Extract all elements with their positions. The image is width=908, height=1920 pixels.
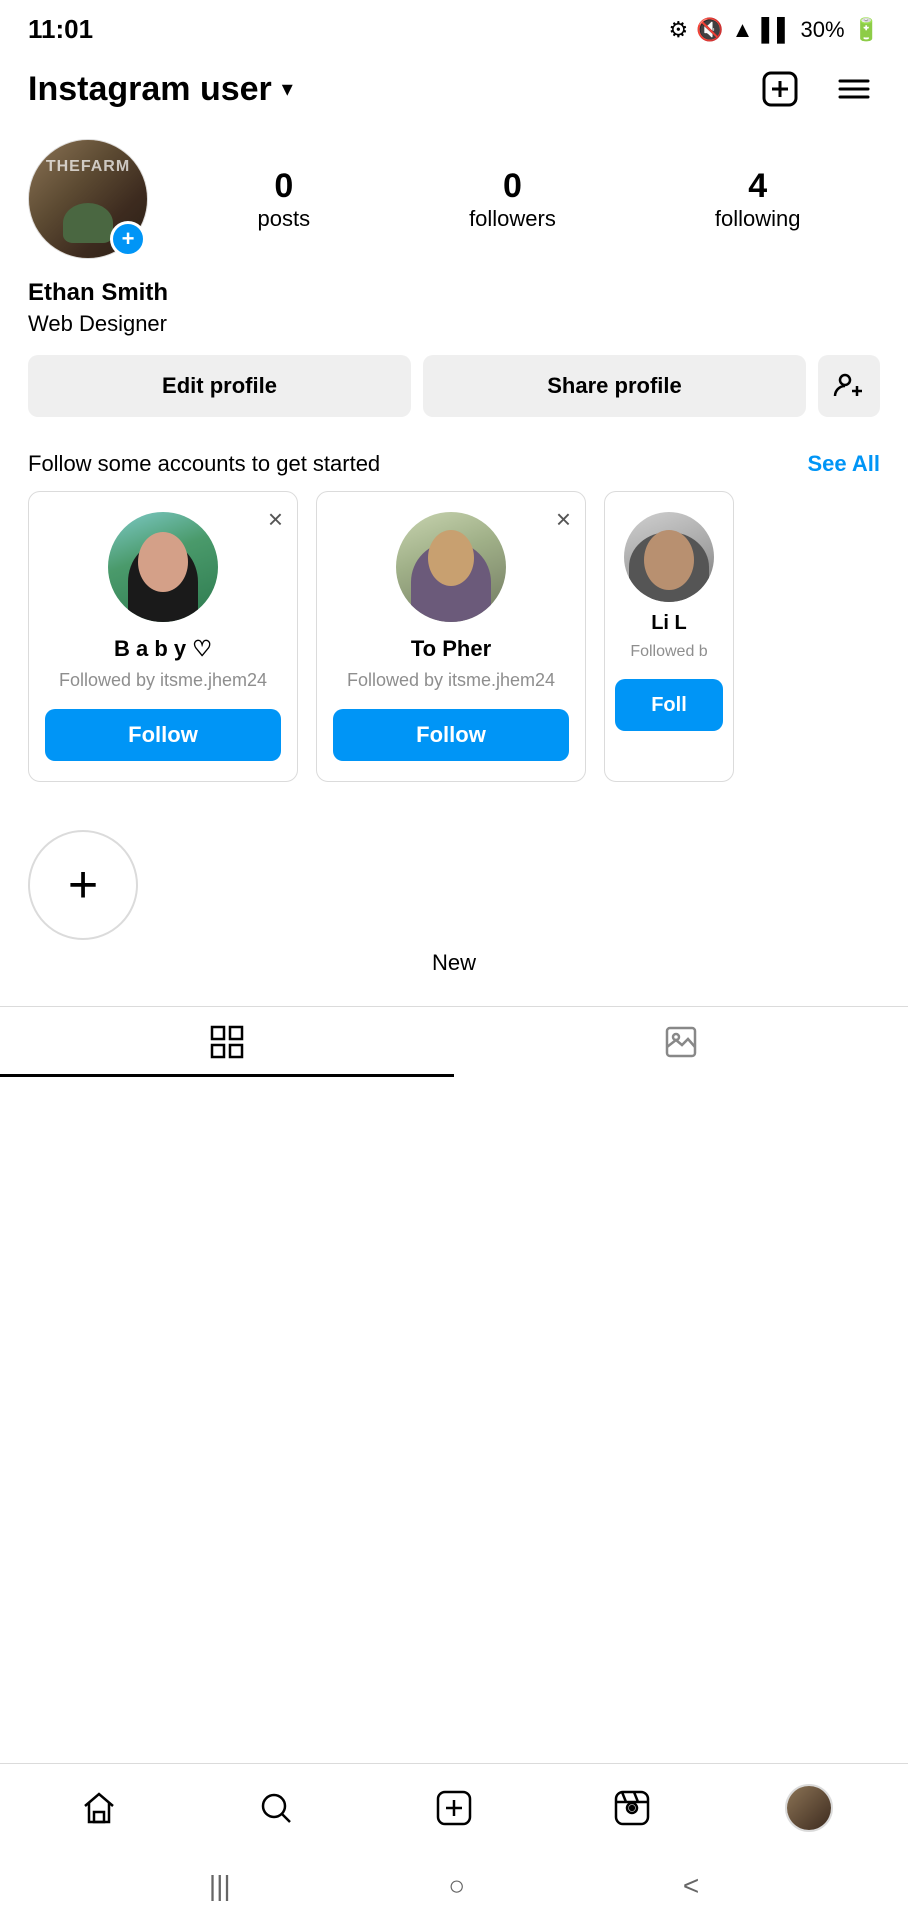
suggestions-title: Follow some accounts to get started [28, 451, 380, 477]
add-post-button[interactable] [754, 63, 806, 115]
profile-bio: Web Designer [28, 311, 880, 337]
nav-profile-avatar [785, 1784, 833, 1832]
posts-count: 0 [274, 167, 293, 206]
avatar-text: THEFARM [46, 158, 130, 176]
nav-profile-image [787, 1786, 831, 1830]
add-to-story-button[interactable]: + [110, 221, 146, 257]
followers-stat[interactable]: 0 followers [469, 167, 556, 232]
share-profile-button[interactable]: Share profile [423, 355, 806, 417]
profile-info-row: THEFARM + 0 posts 0 followers 4 followin… [28, 139, 880, 259]
following-count: 4 [748, 167, 767, 206]
follow-button-2[interactable]: Follow [333, 709, 569, 761]
home-icon [79, 1788, 119, 1828]
dismiss-card-1-button[interactable]: × [268, 506, 283, 532]
content-tabs [0, 1006, 908, 1077]
card-username-1: B a b y ♡ [114, 636, 212, 662]
posts-label: posts [257, 206, 310, 232]
card-avatar-2 [396, 512, 506, 622]
edit-profile-button[interactable]: Edit profile [28, 355, 411, 417]
android-home-icon[interactable]: ○ [448, 1870, 465, 1902]
nav-home-button[interactable] [59, 1768, 139, 1848]
suggestion-card-1: × B a b y ♡ Followed by itsme.jhem24 Fol… [28, 491, 298, 782]
nav-reels-button[interactable] [592, 1768, 672, 1848]
plus-icon: + [68, 855, 98, 915]
card-followed-by-2: Followed by itsme.jhem24 [347, 668, 555, 693]
search-icon [256, 1788, 296, 1828]
nav-profile-button[interactable] [769, 1768, 849, 1848]
battery-level: 30% [801, 17, 845, 43]
bottom-nav: ||| ○ < [0, 1763, 908, 1920]
suggestions-header: Follow some accounts to get started See … [0, 433, 908, 491]
suggestion-card-2: × To Pher Followed by itsme.jhem24 Follo… [316, 491, 586, 782]
profile-section: THEFARM + 0 posts 0 followers 4 followin… [0, 131, 908, 433]
card-avatar-3 [624, 512, 714, 602]
app-header: Instagram user ▾ [0, 53, 908, 131]
tab-tagged[interactable] [454, 1007, 908, 1077]
username-row[interactable]: Instagram user ▾ [28, 70, 293, 109]
nav-search-button[interactable] [236, 1768, 316, 1848]
reels-icon [612, 1788, 652, 1828]
stats-row: 0 posts 0 followers 4 following [178, 167, 880, 232]
status-bar: 11:01 ⚙ 🔇 ▲ ▌▌ 30% 🔋 [0, 0, 908, 53]
grid-icon [208, 1023, 246, 1061]
new-post-section: + New [0, 802, 908, 996]
followers-label: followers [469, 206, 556, 232]
status-time: 11:01 [28, 14, 93, 45]
add-icon [434, 1788, 474, 1828]
card-avatar-1 [108, 512, 218, 622]
signal-icon: ▌▌ [761, 17, 792, 43]
dismiss-card-2-button[interactable]: × [556, 506, 571, 532]
avatar-container: THEFARM + [28, 139, 148, 259]
add-friend-button[interactable] [818, 355, 880, 417]
battery-icon: 🔋 [853, 17, 880, 43]
followers-count: 0 [503, 167, 522, 206]
username-label: Instagram user [28, 70, 272, 109]
card-username-3: Li L [651, 612, 687, 635]
wifi-icon: ▲ [732, 17, 754, 43]
bluetooth-icon: ⚙ [668, 17, 688, 43]
tagged-icon [662, 1023, 700, 1061]
following-stat[interactable]: 4 following [715, 167, 801, 232]
posts-stat[interactable]: 0 posts [257, 167, 310, 232]
new-post-button[interactable]: + [28, 830, 138, 940]
menu-button[interactable] [828, 63, 880, 115]
android-nav: ||| ○ < [0, 1852, 908, 1920]
new-post-label: New [28, 950, 880, 976]
android-menu-icon[interactable]: ||| [209, 1870, 231, 1902]
card-followed-by-3: Followed b [630, 641, 707, 663]
card-followed-by-1: Followed by itsme.jhem24 [59, 668, 267, 693]
mute-icon: 🔇 [696, 17, 723, 43]
suggestion-card-3-partial: Li L Followed b Foll [604, 491, 734, 782]
tab-grid[interactable] [0, 1007, 454, 1077]
status-icons: ⚙ 🔇 ▲ ▌▌ 30% 🔋 [668, 17, 880, 43]
header-actions [754, 63, 880, 115]
android-back-icon[interactable]: < [683, 1870, 699, 1902]
chevron-down-icon[interactable]: ▾ [282, 76, 293, 102]
avatar-deco [63, 203, 113, 243]
suggestions-scroll: × B a b y ♡ Followed by itsme.jhem24 Fol… [0, 491, 908, 802]
see-all-link[interactable]: See All [807, 451, 880, 477]
nav-items [0, 1764, 908, 1852]
action-buttons: Edit profile Share profile [28, 355, 880, 417]
follow-button-3[interactable]: Foll [615, 679, 723, 731]
profile-name: Ethan Smith [28, 279, 880, 307]
following-label: following [715, 206, 801, 232]
bottom-spacer [0, 1077, 908, 1237]
follow-button-1[interactable]: Follow [45, 709, 281, 761]
nav-add-button[interactable] [414, 1768, 494, 1848]
card-username-2: To Pher [411, 636, 491, 662]
